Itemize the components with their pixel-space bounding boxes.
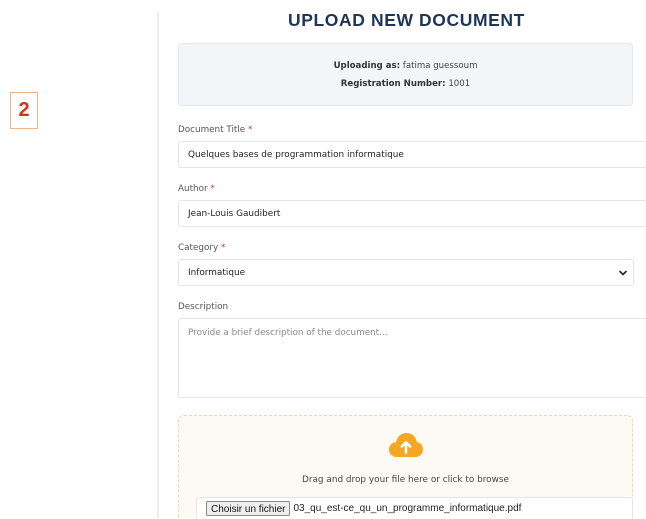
author-value: Jean-Louis Gaudibert: [188, 208, 281, 219]
required-mark: *: [248, 125, 253, 135]
left-gutter: 2: [0, 0, 158, 518]
chevron-down-icon: [619, 270, 627, 276]
category-label: Category *: [178, 243, 226, 253]
uploader-name: fatima guessoum: [402, 61, 478, 71]
description-textarea[interactable]: Provide a brief description of the docum…: [178, 318, 646, 398]
cloud-upload-icon: [389, 433, 423, 457]
uploader-label: Uploading as:: [333, 61, 401, 71]
step-marker: 2: [10, 92, 38, 129]
description-placeholder: Provide a brief description of the docum…: [188, 328, 388, 338]
document-title-value: Quelques bases de programmation informat…: [188, 149, 404, 160]
file-input[interactable]: Choisir un fichier 03_qu_est-ce_qu_un_pr…: [196, 497, 633, 519]
registration-number: 1001: [448, 79, 471, 89]
upload-form: UPLOAD NEW DOCUMENT Uploading as: fatima…: [160, 0, 646, 519]
document-title-label: Document Title *: [178, 125, 253, 135]
uploader-info-box: Uploading as: fatima guessoum Registrati…: [178, 43, 633, 106]
required-mark: *: [210, 184, 215, 194]
category-select[interactable]: Informatique: [178, 259, 634, 286]
registration-label: Registration Number:: [340, 79, 446, 89]
author-input[interactable]: Jean-Louis Gaudibert: [178, 200, 646, 227]
uploader-line: Uploading as: fatima guessoum: [179, 61, 632, 71]
file-dropzone[interactable]: Drag and drop your file here or click to…: [178, 415, 633, 519]
required-mark: *: [220, 243, 226, 253]
panel-divider: [157, 12, 159, 518]
category-value: Informatique: [188, 267, 246, 278]
registration-line: Registration Number: 1001: [179, 79, 632, 89]
choose-file-button[interactable]: Choisir un fichier: [206, 501, 291, 516]
dropzone-instruction: Drag and drop your file here or click to…: [302, 475, 509, 485]
page-title: UPLOAD NEW DOCUMENT: [288, 10, 525, 30]
selected-file-name: 03_qu_est-ce_qu_un_programme_informatiqu…: [293, 503, 522, 514]
author-label: Author *: [178, 184, 215, 194]
description-label: Description: [178, 302, 229, 312]
document-title-input[interactable]: Quelques bases de programmation informat…: [178, 141, 646, 168]
